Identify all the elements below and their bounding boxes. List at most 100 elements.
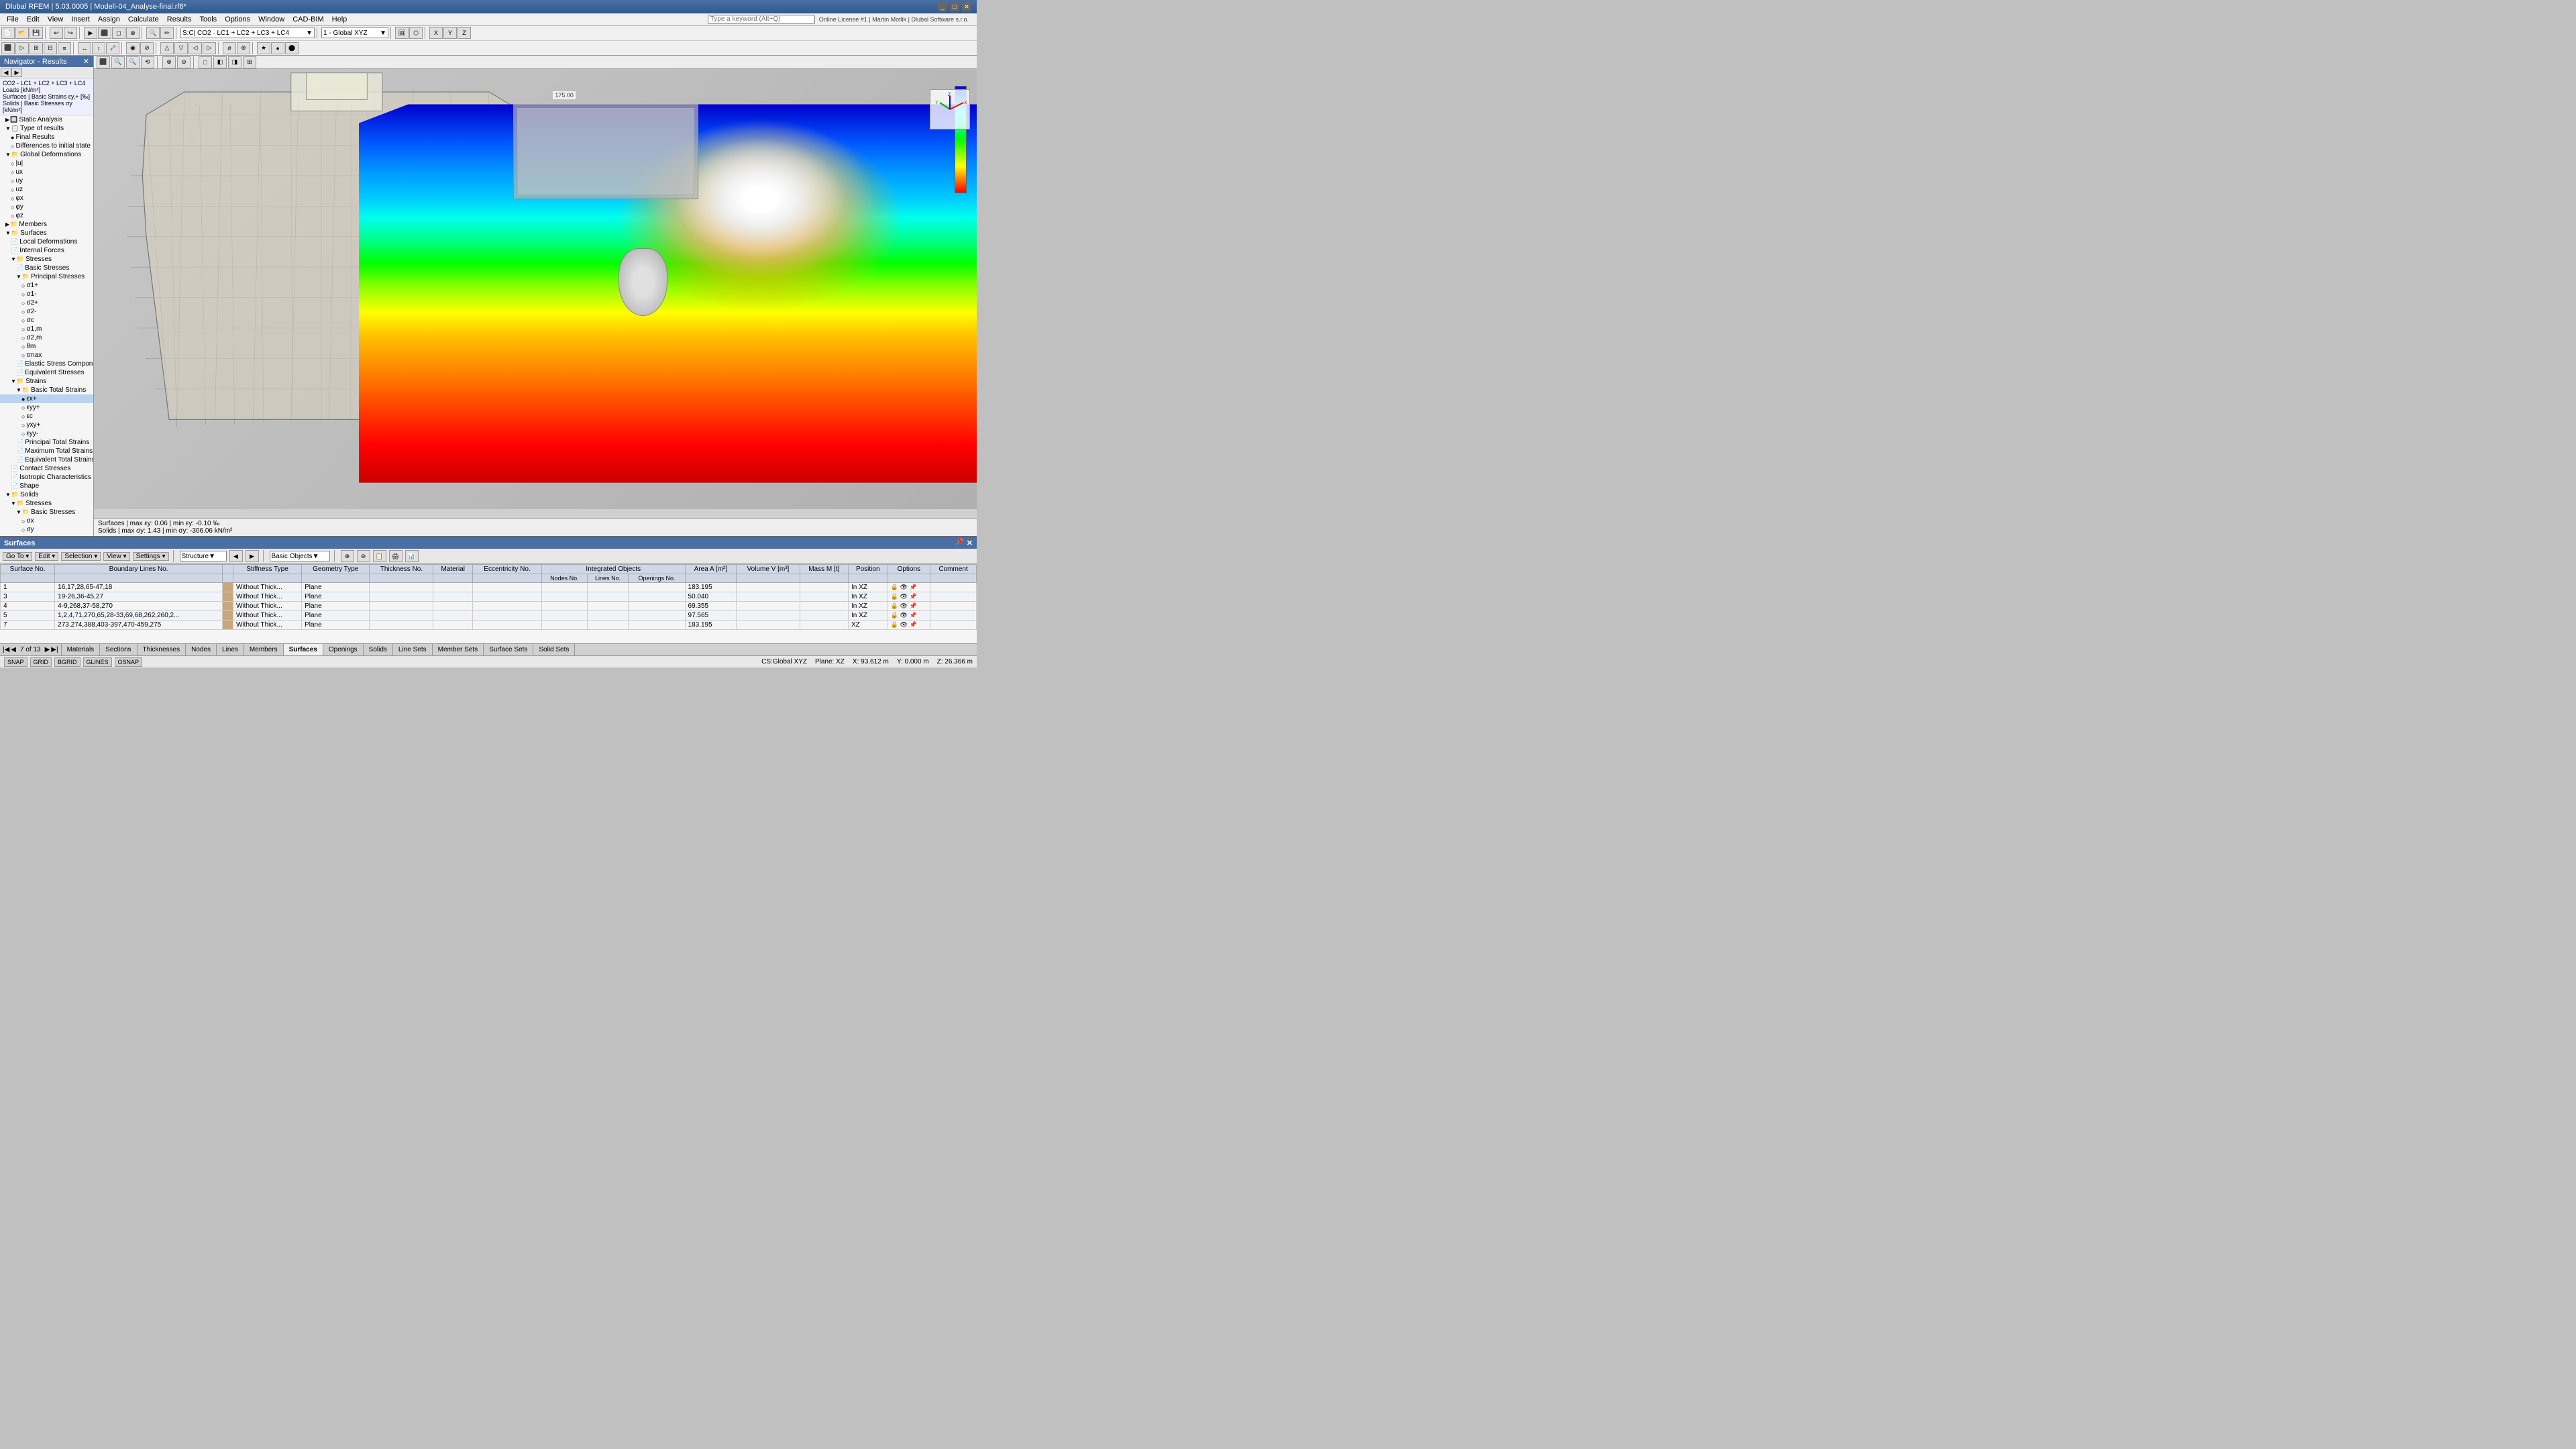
- vt-btn-1[interactable]: ⬛: [97, 56, 110, 68]
- bottom-tab-surfaces[interactable]: Surfaces: [284, 644, 323, 655]
- minimize-button[interactable]: _: [938, 2, 947, 11]
- render-btn[interactable]: 🖼: [395, 27, 409, 39]
- tb-btn-6[interactable]: ✏: [160, 27, 174, 39]
- menu-insert[interactable]: Insert: [67, 13, 94, 25]
- tb-a2[interactable]: Y: [443, 27, 457, 39]
- tb-b17[interactable]: ★: [257, 42, 270, 54]
- tb-btn-5[interactable]: 🔍: [146, 27, 160, 39]
- maximize-button[interactable]: □: [950, 2, 959, 11]
- load-combo[interactable]: S:C| CO2 · LC1 + LC2 + LC3 + LC4 ▼: [180, 28, 315, 38]
- tb-b16[interactable]: ⊕: [237, 42, 250, 54]
- option-icon-2[interactable]: 👁: [900, 602, 908, 609]
- tb-b13[interactable]: ◁: [189, 42, 202, 54]
- nav-epsyy-plus[interactable]: ○εyy+: [0, 403, 93, 412]
- col-area[interactable]: Area A [m²]: [685, 565, 737, 574]
- bottom-tab-members[interactable]: Members: [244, 644, 284, 655]
- menu-view[interactable]: View: [44, 13, 68, 25]
- col-comment[interactable]: Comment: [930, 565, 977, 574]
- option-icon-1[interactable]: 🔒: [891, 593, 898, 600]
- col-thickness[interactable]: Thickness No.: [370, 565, 433, 574]
- col-eccentricity[interactable]: Eccentricity No.: [473, 565, 542, 574]
- tb-b6[interactable]: ↔: [78, 42, 91, 54]
- table-row[interactable]: 4 4-9,268,37-58,270 Without Thick... Pla…: [1, 602, 977, 611]
- menu-window[interactable]: Window: [254, 13, 288, 25]
- option-icon-1[interactable]: 🔒: [891, 584, 898, 590]
- nav-type-of-results[interactable]: ▼ 📋 Type of results: [0, 124, 93, 133]
- nav-first-btn[interactable]: |◀: [3, 646, 9, 653]
- nav-global-deform[interactable]: ▼ 📁 Global Deformations: [0, 150, 93, 159]
- 3d-model-canvas[interactable]: 175.00 X Y Z Surfaces | max εy: 0.06: [94, 56, 977, 536]
- option-icon-2[interactable]: 👁: [900, 612, 908, 619]
- bottom-tab-solids[interactable]: Solids: [364, 644, 393, 655]
- menu-edit[interactable]: Edit: [23, 13, 44, 25]
- nav-phix[interactable]: ○φx: [0, 194, 93, 203]
- tb-b11[interactable]: △: [160, 42, 174, 54]
- nav-sigma1p[interactable]: ○σ1+: [0, 281, 93, 290]
- nav-gammaxy[interactable]: ○γxy+: [0, 421, 93, 429]
- table-row[interactable]: 7 273,274,388,403-397,470-459,275 Withou…: [1, 621, 977, 630]
- keyword-search-input[interactable]: [708, 15, 815, 24]
- filter-combo[interactable]: Structure▼: [180, 551, 227, 561]
- col-position[interactable]: Position: [848, 565, 888, 574]
- table-row[interactable]: 1 16,17,28,65-47,18 Without Thick... Pla…: [1, 583, 977, 592]
- nav-sigmac[interactable]: ○σc: [0, 316, 93, 325]
- bottom-tab-solid-sets[interactable]: Solid Sets: [533, 644, 575, 655]
- menu-tools[interactable]: Tools: [195, 13, 221, 25]
- nav-epsyy-minus[interactable]: ○εyy-: [0, 429, 93, 438]
- table-btn-4[interactable]: 🖨: [389, 550, 402, 562]
- filter-btn-1[interactable]: ◀: [229, 550, 243, 562]
- nav-strains[interactable]: ▼📁Strains: [0, 377, 93, 386]
- vt-btn-7[interactable]: □: [199, 56, 212, 68]
- menu-options[interactable]: Options: [221, 13, 254, 25]
- nav-uy[interactable]: ○uy: [0, 176, 93, 185]
- nav-contact-stresses[interactable]: 📄Contact Stresses: [0, 464, 93, 473]
- nav-local-deform[interactable]: 📄Local Deformations: [0, 237, 93, 246]
- tb-b4[interactable]: ⊟: [44, 42, 57, 54]
- tb-b10[interactable]: ⊘: [140, 42, 154, 54]
- col-options[interactable]: Options: [888, 565, 930, 574]
- bottom-close-btn[interactable]: ✕: [967, 539, 973, 547]
- option-icon-2[interactable]: 👁: [900, 584, 908, 590]
- tb-b14[interactable]: ▷: [203, 42, 216, 54]
- tb-b9[interactable]: ◉: [126, 42, 140, 54]
- col-no[interactable]: Surface No.: [1, 565, 55, 574]
- nav-sigma1m[interactable]: ○σ1-: [0, 290, 93, 299]
- col-boundary[interactable]: Boundary Lines No.: [55, 565, 223, 574]
- col-color[interactable]: [223, 565, 233, 574]
- nav-next-btn[interactable]: ▶: [45, 646, 50, 653]
- nav-solids[interactable]: ▼📁Solids: [0, 490, 93, 499]
- edit-menu[interactable]: Edit ▾: [35, 552, 58, 561]
- nav-phiz[interactable]: ○φz: [0, 211, 93, 220]
- bottom-pin-btn[interactable]: 📌: [955, 539, 963, 547]
- selection-menu[interactable]: Selection ▾: [61, 552, 101, 561]
- menu-file[interactable]: File: [3, 13, 23, 25]
- nav-principal-stresses[interactable]: ▼📁Principal Stresses: [0, 272, 93, 281]
- main-viewport[interactable]: ⬛ 🔍 🔍 ⟲ ⊕ ⊖ □ ◧ ◨ ⊞: [94, 56, 977, 536]
- nav-prev-btn[interactable]: ◀: [11, 646, 16, 653]
- nav-taumax[interactable]: ○τmax: [0, 351, 93, 360]
- nav-isotropic[interactable]: 📄Isotropic Characteristics: [0, 473, 93, 482]
- tb-b19[interactable]: ⬤: [285, 42, 299, 54]
- nav-solid-stresses[interactable]: ▼📁Stresses: [0, 499, 93, 508]
- tb-b12[interactable]: ▽: [174, 42, 188, 54]
- tb-b2[interactable]: ▷: [15, 42, 29, 54]
- tb-btn-1[interactable]: ▶: [84, 27, 97, 39]
- nav-solid-basic-stresses[interactable]: ▼📁Basic Stresses: [0, 508, 93, 517]
- sub-lines[interactable]: Lines No.: [587, 574, 629, 583]
- menu-cad-bim[interactable]: CAD-BIM: [288, 13, 327, 25]
- bottom-tab-surface-sets[interactable]: Surface Sets: [484, 644, 533, 655]
- col-stiffness[interactable]: Stiffness Type: [233, 565, 302, 574]
- vt-btn-4[interactable]: ⟲: [141, 56, 154, 68]
- tb-b5[interactable]: ≡: [58, 42, 71, 54]
- nav-sigma1m2[interactable]: ○σ1,m: [0, 325, 93, 333]
- col-integrated[interactable]: Integrated Objects: [542, 565, 686, 574]
- vt-btn-2[interactable]: 🔍: [111, 56, 125, 68]
- bottom-tab-member-sets[interactable]: Member Sets: [433, 644, 484, 655]
- tb-b3[interactable]: ⊞: [30, 42, 43, 54]
- nav-basic-stresses[interactable]: 📄Basic Stresses: [0, 264, 93, 272]
- nav-expand-btn[interactable]: ▶: [11, 68, 22, 77]
- nav-close-btn[interactable]: ✕: [83, 57, 89, 66]
- vt-btn-8[interactable]: ◧: [213, 56, 227, 68]
- sub-nodes[interactable]: Nodes No.: [542, 574, 588, 583]
- bgrid-btn[interactable]: BGRID: [54, 657, 80, 667]
